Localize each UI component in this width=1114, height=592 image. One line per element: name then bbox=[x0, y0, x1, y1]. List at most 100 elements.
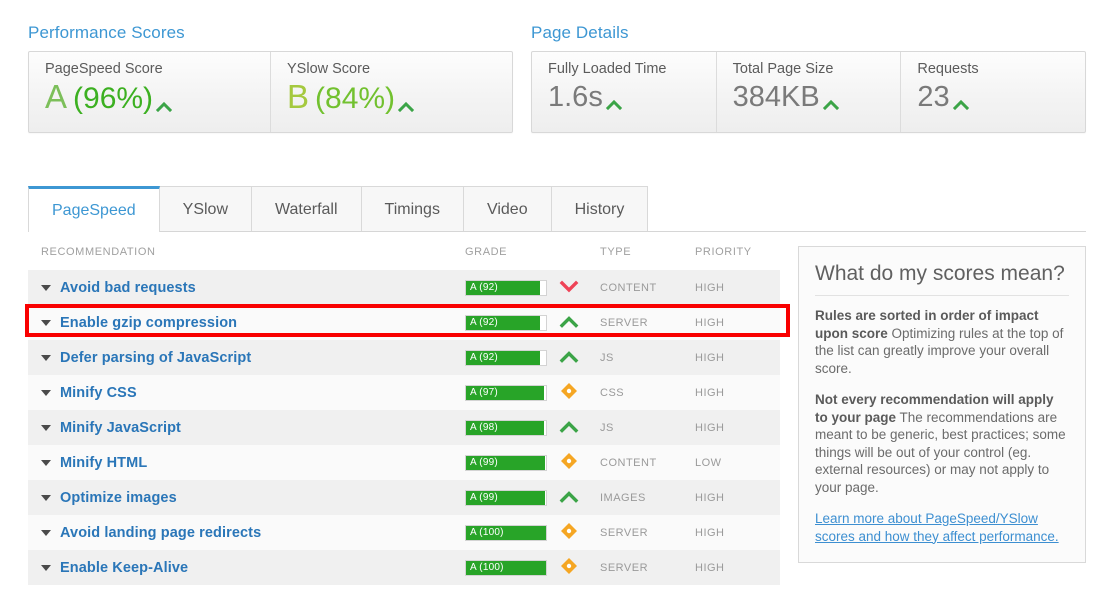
tab-history[interactable]: History bbox=[550, 186, 649, 231]
cell-type: CONTENT bbox=[600, 270, 695, 305]
yslow-score-cell: YSlow Score B (84%) bbox=[271, 52, 512, 132]
expand-triangle-icon[interactable] bbox=[41, 284, 51, 291]
expand-triangle-icon[interactable] bbox=[41, 459, 51, 466]
total-page-size-label: Total Page Size bbox=[732, 61, 834, 77]
tab-video[interactable]: Video bbox=[462, 186, 552, 231]
expand-triangle-icon[interactable] bbox=[41, 564, 51, 571]
grade-bar-label: A (100) bbox=[470, 526, 504, 538]
requests-cell: Requests 23 bbox=[901, 52, 1085, 132]
grade-bar-label: A (92) bbox=[470, 281, 498, 293]
cell-recommendation[interactable]: Optimize images bbox=[28, 480, 465, 515]
fully-loaded-time-value-wrap: 1.6s bbox=[548, 79, 716, 115]
recommendation-name[interactable]: Enable gzip compression bbox=[60, 315, 237, 331]
table-row[interactable]: Avoid bad requests A (92) CONTENT HIGH bbox=[28, 270, 780, 305]
cell-recommendation[interactable]: Minify JavaScript bbox=[28, 410, 465, 445]
trend-indicator bbox=[556, 350, 582, 366]
pagespeed-score-cell: PageSpeed Score A (96%) bbox=[29, 52, 271, 132]
learn-more-link[interactable]: Learn more about PageSpeed/YSlow scores … bbox=[815, 510, 1069, 545]
fully-loaded-time-label: Fully Loaded Time bbox=[548, 61, 667, 77]
sidebar-section-1: Rules are sorted in order of impact upon… bbox=[815, 307, 1069, 377]
cell-type: JS bbox=[600, 340, 695, 375]
header-type: TYPE bbox=[600, 246, 632, 258]
pagespeed-grade-letter: A bbox=[45, 78, 68, 115]
cell-recommendation[interactable]: Defer parsing of JavaScript bbox=[28, 340, 465, 375]
priority-label: LOW bbox=[695, 456, 722, 469]
trend-indicator bbox=[556, 420, 582, 436]
grade-bar: A (99) bbox=[465, 489, 547, 506]
cell-recommendation[interactable]: Avoid landing page redirects bbox=[28, 515, 465, 550]
recommendation-name[interactable]: Minify JavaScript bbox=[60, 420, 181, 436]
trend-indicator bbox=[556, 490, 582, 506]
cell-priority: HIGH bbox=[695, 305, 780, 340]
trend-up-icon bbox=[559, 350, 579, 366]
priority-label: HIGH bbox=[695, 281, 725, 294]
recommendation-name[interactable]: Enable Keep-Alive bbox=[60, 560, 188, 576]
table-row[interactable]: Optimize images A (99) IMAGES HIGH bbox=[28, 480, 780, 515]
expand-triangle-icon[interactable] bbox=[41, 389, 51, 396]
recommendation-name[interactable]: Avoid bad requests bbox=[60, 280, 196, 296]
tab-pagespeed[interactable]: PageSpeed bbox=[28, 186, 160, 232]
tab-yslow[interactable]: YSlow bbox=[158, 186, 252, 231]
table-row[interactable]: Minify HTML A (99) CONTENT LOW bbox=[28, 445, 780, 480]
pagespeed-score-value: A (96%) bbox=[45, 79, 270, 117]
recommendations-table-wrap: RECOMMENDATION GRADE TYPE PRIORITY Avoid… bbox=[25, 238, 790, 585]
recommendation-name[interactable]: Minify HTML bbox=[60, 455, 147, 471]
pagespeed-score-label: PageSpeed Score bbox=[45, 61, 163, 77]
type-label: CONTENT bbox=[600, 456, 657, 469]
cell-grade: A (92) bbox=[465, 270, 600, 305]
type-label: IMAGES bbox=[600, 491, 646, 504]
cell-priority: HIGH bbox=[695, 550, 780, 585]
header-priority: PRIORITY bbox=[695, 246, 752, 258]
cell-recommendation[interactable]: Enable Keep-Alive bbox=[28, 550, 465, 585]
recommendation-name[interactable]: Optimize images bbox=[60, 490, 177, 506]
cell-recommendation[interactable]: Enable gzip compression bbox=[28, 305, 465, 340]
tab-waterfall[interactable]: Waterfall bbox=[251, 186, 362, 231]
priority-label: HIGH bbox=[695, 316, 725, 329]
table-row[interactable]: Avoid landing page redirects A (100) SERVE… bbox=[28, 515, 780, 550]
recommendation-name[interactable]: Defer parsing of JavaScript bbox=[60, 350, 251, 366]
cell-type: CONTENT bbox=[600, 445, 695, 480]
expand-triangle-icon[interactable] bbox=[41, 319, 51, 326]
header-grade: GRADE bbox=[465, 246, 508, 258]
cell-grade: A (92) bbox=[465, 340, 600, 375]
grade-bar: A (99) bbox=[465, 454, 547, 471]
cell-priority: HIGH bbox=[695, 375, 780, 410]
page-details-title: Page Details bbox=[531, 23, 629, 42]
table-row[interactable]: Enable Keep-Alive A (100) SERVER HIGH bbox=[28, 550, 780, 585]
cell-grade: A (99) bbox=[465, 480, 600, 515]
recommendation-name[interactable]: Avoid landing page redirects bbox=[60, 525, 261, 541]
total-page-size-value-wrap: 384KB bbox=[733, 79, 901, 115]
priority-label: HIGH bbox=[695, 491, 725, 504]
tab-timings[interactable]: Timings bbox=[360, 186, 464, 231]
cell-recommendation[interactable]: Minify HTML bbox=[28, 445, 465, 480]
type-label: CONTENT bbox=[600, 281, 657, 294]
expand-triangle-icon[interactable] bbox=[41, 494, 51, 501]
total-page-size-value: 384KB bbox=[732, 81, 820, 113]
table-row[interactable]: Minify CSS A (97) CSS HIGH bbox=[28, 375, 780, 410]
expand-triangle-icon[interactable] bbox=[41, 529, 51, 536]
requests-value-wrap: 23 bbox=[917, 79, 1085, 115]
grade-bar-label: A (99) bbox=[470, 491, 498, 503]
table-row[interactable]: Enable gzip compression A (92) SERVER HIGH bbox=[28, 305, 780, 340]
table-row[interactable]: Defer parsing of JavaScript A (92) JS HIGH bbox=[28, 340, 780, 375]
priority-label: HIGH bbox=[695, 561, 725, 574]
grade-bar: A (100) bbox=[465, 524, 547, 541]
fully-loaded-time-cell: Fully Loaded Time 1.6s bbox=[532, 52, 717, 132]
cell-type: IMAGES bbox=[600, 480, 695, 515]
recommendation-name[interactable]: Minify CSS bbox=[60, 385, 137, 401]
cell-recommendation[interactable]: Avoid bad requests bbox=[28, 270, 465, 305]
yslow-score-value: B (84%) bbox=[287, 79, 512, 117]
table-row[interactable]: Minify JavaScript A (98) JS HIGH bbox=[28, 410, 780, 445]
performance-scores-title: Performance Scores bbox=[28, 23, 185, 42]
cell-grade: A (100) bbox=[465, 515, 600, 550]
cell-priority: HIGH bbox=[695, 515, 780, 550]
grade-bar-label: A (98) bbox=[470, 421, 498, 433]
trend-indicator bbox=[556, 522, 582, 543]
grade-bar: A (97) bbox=[465, 384, 547, 401]
cell-type: CSS bbox=[600, 375, 695, 410]
cell-recommendation[interactable]: Minify CSS bbox=[28, 375, 465, 410]
trend-up-icon bbox=[559, 420, 579, 436]
expand-triangle-icon[interactable] bbox=[41, 354, 51, 361]
yslow-grade-letter: B bbox=[287, 78, 310, 115]
expand-triangle-icon[interactable] bbox=[41, 424, 51, 431]
